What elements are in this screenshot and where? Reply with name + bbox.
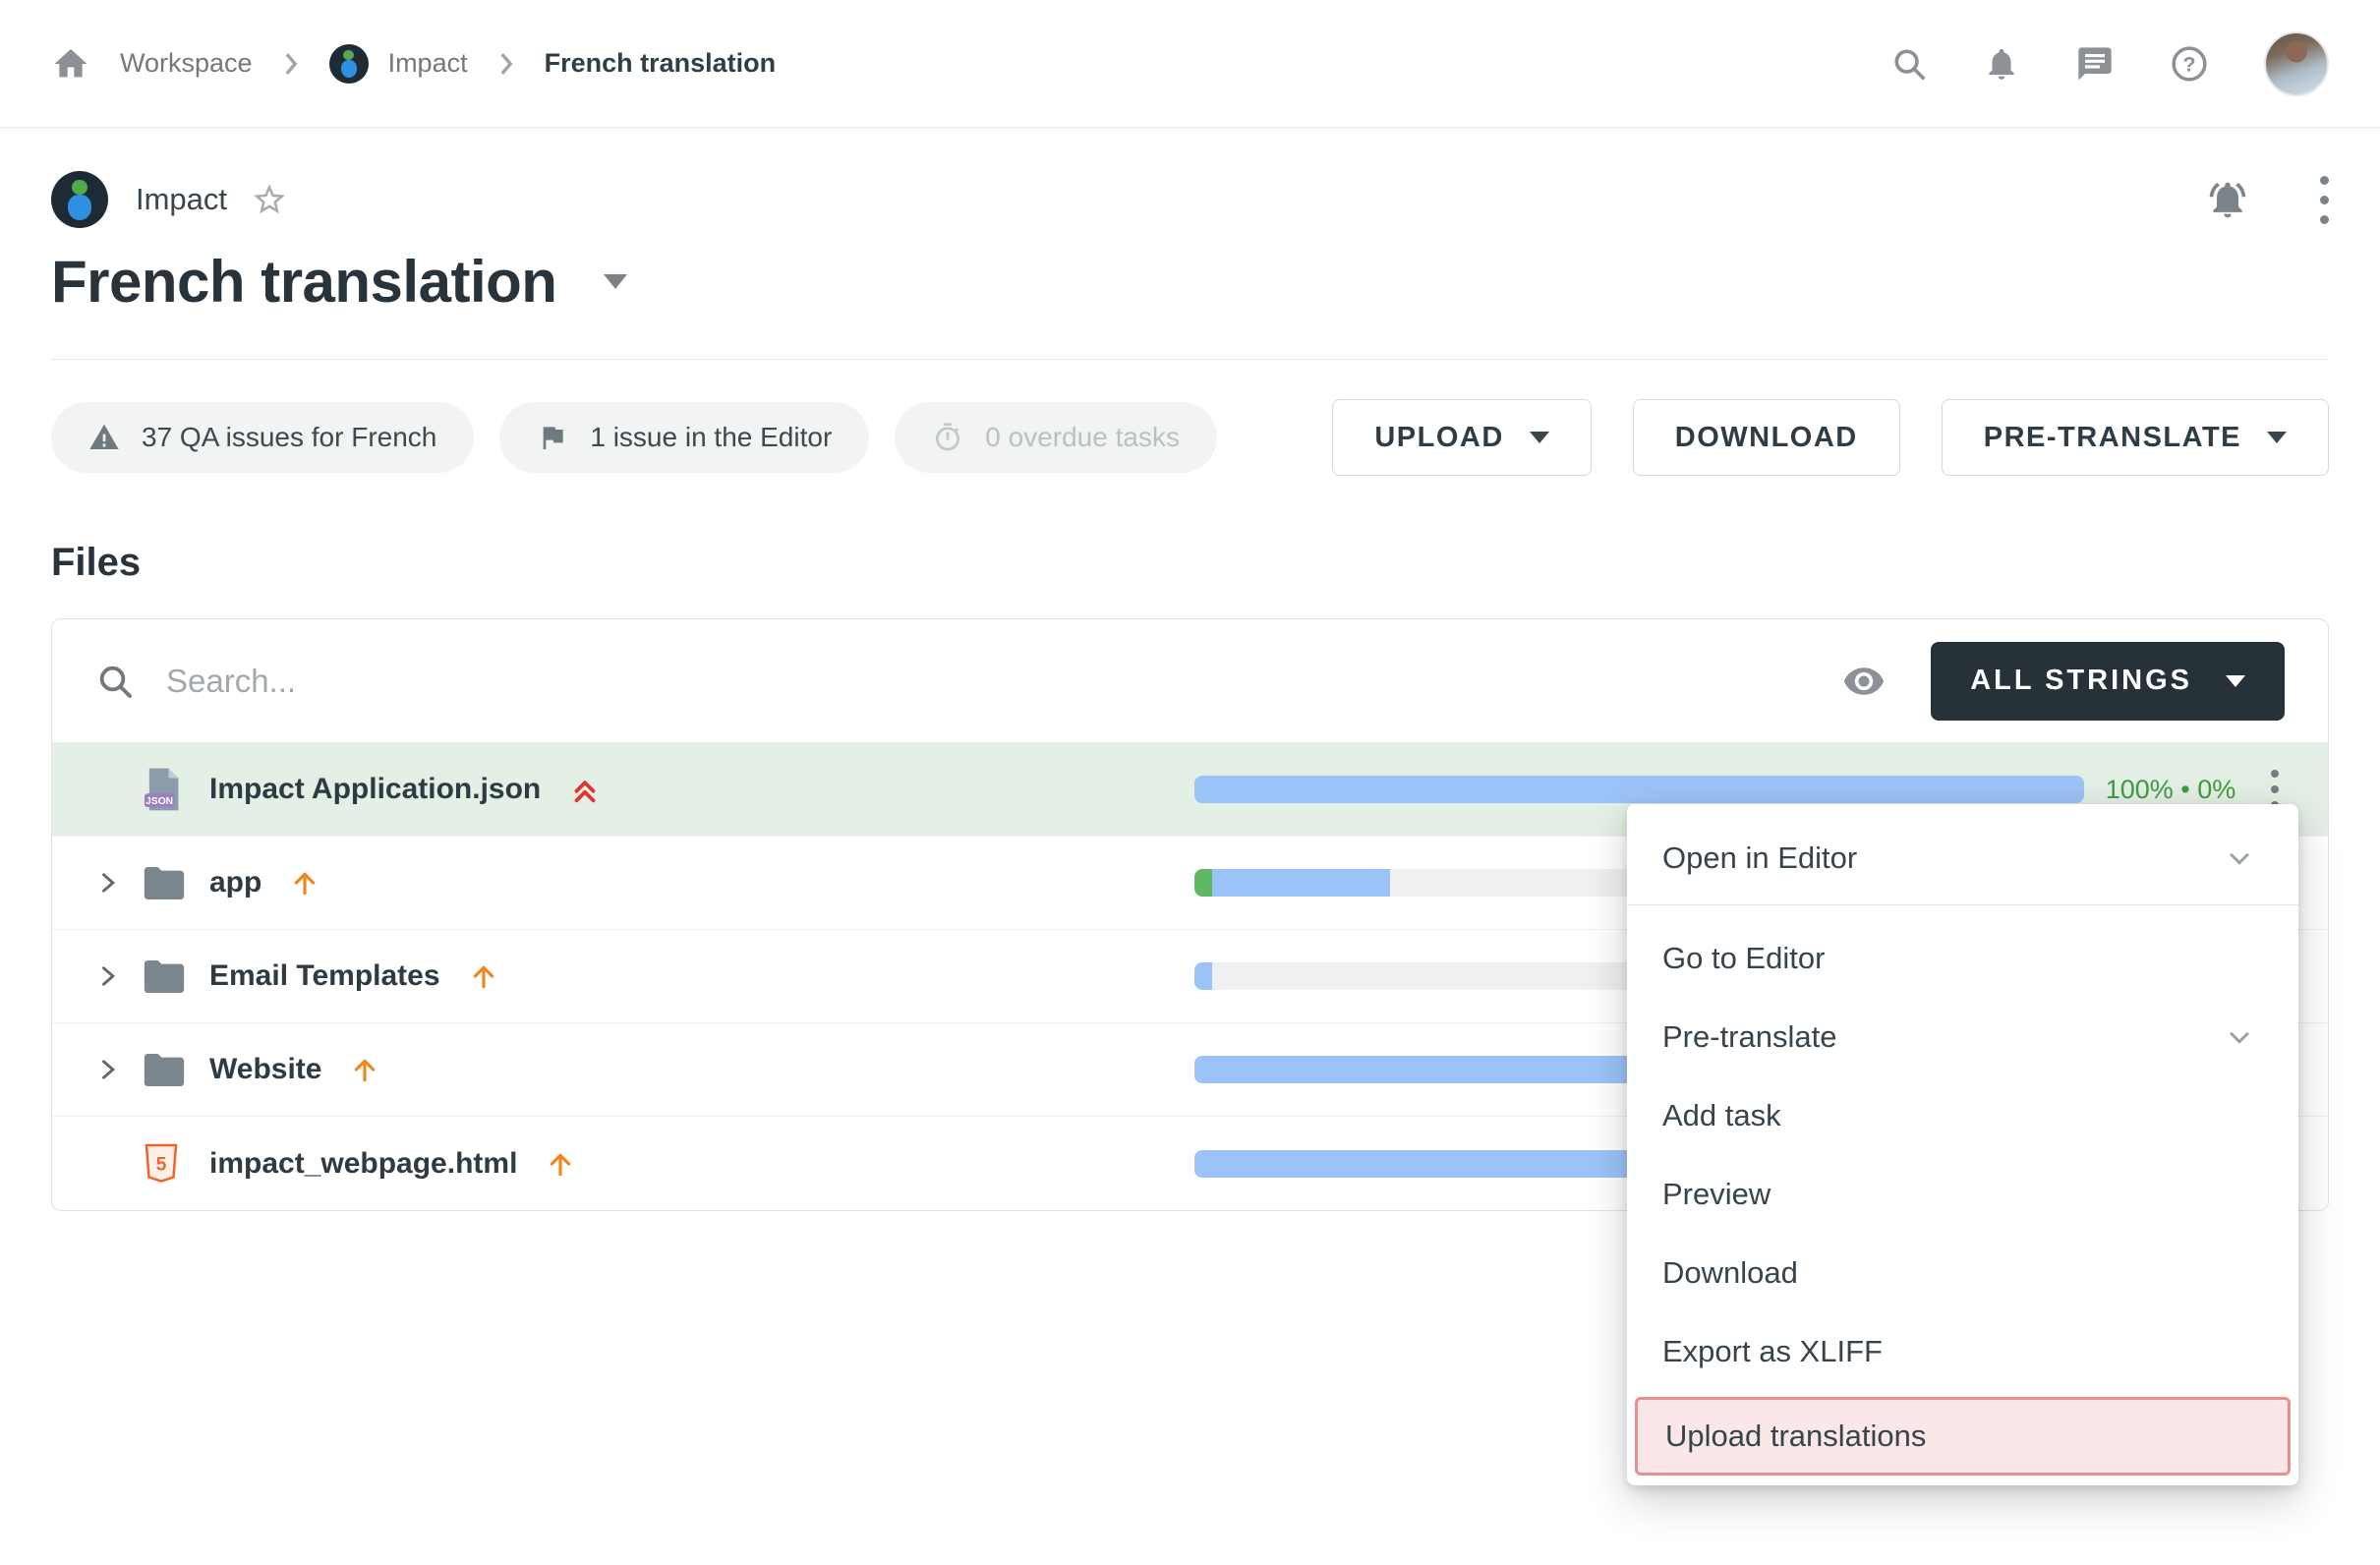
expand-chevron-icon[interactable]	[93, 962, 143, 990]
search-input[interactable]	[164, 662, 1842, 701]
chevron-down-icon	[2224, 842, 2255, 874]
messages-icon[interactable]	[2075, 44, 2115, 84]
menu-item-pre-translate[interactable]: Pre-translate	[1627, 998, 2298, 1076]
menu-item-export-as-xliff[interactable]: Export as XLIFF	[1627, 1312, 2298, 1391]
menu-item-go-to-editor[interactable]: Go to Editor	[1627, 919, 2298, 998]
folder-name: app	[209, 866, 261, 899]
user-avatar[interactable]	[2264, 31, 2329, 96]
search-icon	[95, 662, 135, 701]
priority-high-icon	[349, 1054, 380, 1085]
svg-text:?: ?	[2182, 51, 2195, 76]
breadcrumb-project[interactable]: Impact	[329, 44, 468, 84]
timer-icon	[932, 422, 963, 453]
file-name: Impact Application.json	[209, 773, 541, 806]
project-more-menu-icon[interactable]	[2320, 176, 2329, 224]
menu-item-upload-translations[interactable]: Upload translations	[1635, 1397, 2291, 1476]
top-navigation-bar: Workspace Impact French translation ?	[0, 0, 2380, 128]
project-name[interactable]: Impact	[136, 182, 227, 217]
priority-highest-icon	[568, 773, 602, 806]
row-more-menu-icon[interactable]	[2257, 770, 2293, 809]
folder-icon	[143, 958, 205, 995]
priority-high-icon	[545, 1148, 576, 1180]
star-favorite-icon[interactable]	[251, 181, 288, 218]
overdue-tasks-badge[interactable]: 0 overdue tasks	[895, 402, 1217, 473]
folder-icon	[143, 1052, 205, 1088]
chevron-right-icon	[282, 50, 300, 78]
flag-icon	[537, 422, 568, 453]
menu-item-preview[interactable]: Preview	[1627, 1155, 2298, 1234]
file-name: impact_webpage.html	[209, 1147, 517, 1181]
header-divider	[51, 359, 2329, 360]
menu-item-download[interactable]: Download	[1627, 1234, 2298, 1312]
chevron-down-icon	[2224, 1021, 2255, 1053]
file-context-menu: Open in Editor Go to Editor Pre-translat…	[1627, 804, 2298, 1485]
download-button[interactable]: DOWNLOAD	[1633, 399, 1900, 476]
project-logo-icon	[329, 44, 369, 84]
priority-high-icon	[289, 867, 320, 898]
upload-button[interactable]: UPLOAD	[1332, 399, 1591, 476]
page-title: French translation	[51, 248, 556, 316]
help-icon[interactable]: ?	[2170, 44, 2209, 84]
json-file-icon: JSON	[143, 767, 205, 812]
notifications-subscribe-icon[interactable]	[2206, 178, 2249, 221]
chevron-right-icon	[497, 50, 515, 78]
pre-translate-button[interactable]: PRE-TRANSLATE	[1942, 399, 2329, 476]
editor-issues-badge[interactable]: 1 issue in the Editor	[499, 402, 869, 473]
files-heading: Files	[51, 541, 2329, 585]
strings-filter-button[interactable]: ALL STRINGS	[1931, 642, 2285, 721]
title-dropdown-icon[interactable]	[604, 274, 627, 289]
priority-high-icon	[468, 960, 499, 992]
expand-chevron-icon[interactable]	[93, 1056, 143, 1083]
menu-item-add-task[interactable]: Add task	[1627, 1076, 2298, 1155]
breadcrumb: Workspace Impact French translation	[51, 44, 776, 84]
expand-chevron-icon[interactable]	[93, 869, 143, 897]
progress-label: 100% • 0%	[2084, 775, 2257, 805]
svg-text:JSON: JSON	[145, 796, 173, 807]
progress-bar	[1194, 776, 2084, 803]
warning-icon	[88, 422, 120, 453]
breadcrumb-workspace[interactable]: Workspace	[120, 48, 253, 79]
chevron-down-icon	[1530, 432, 1549, 443]
chevron-down-icon	[2226, 675, 2245, 687]
folder-icon	[143, 865, 205, 901]
home-icon[interactable]	[51, 44, 90, 84]
breadcrumb-current-page: French translation	[545, 48, 777, 79]
files-toolbar: ALL STRINGS	[52, 619, 2328, 743]
folder-name: Email Templates	[209, 959, 440, 993]
html-file-icon: 5	[143, 1142, 205, 1186]
eye-visibility-icon[interactable]	[1842, 660, 1886, 703]
search-icon[interactable]	[1890, 45, 1928, 83]
folder-name: Website	[209, 1053, 321, 1086]
menu-item-open-in-editor[interactable]: Open in Editor	[1627, 812, 2298, 904]
chevron-down-icon	[2267, 432, 2287, 443]
notifications-icon[interactable]	[1983, 45, 2020, 83]
project-logo-icon	[51, 171, 108, 228]
project-header: Impact	[51, 171, 2329, 228]
svg-text:5: 5	[156, 1154, 167, 1175]
qa-issues-badge[interactable]: 37 QA issues for French	[51, 402, 474, 473]
